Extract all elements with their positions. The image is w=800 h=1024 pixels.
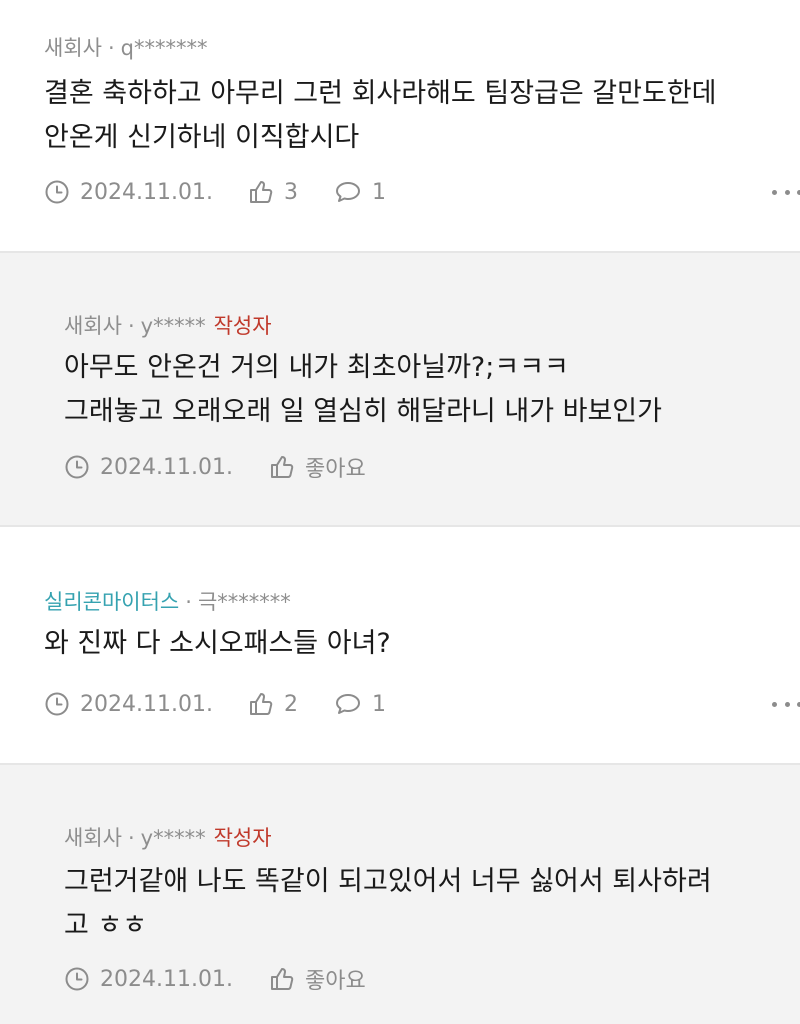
meta-separator: · (127, 314, 135, 338)
clock-icon (44, 179, 70, 205)
comment-meta: 새회사 · y***** 작성자 (64, 312, 272, 340)
thumbs-up-icon (248, 691, 274, 717)
comment-date: 2024.11.01. (80, 179, 213, 205)
date-stat: 2024.11.01. (44, 175, 213, 209)
comment-body: 아무도 안온건 거의 내가 최초아닐까?;ㅋㅋㅋ 그래놓고 오래오래 일 열심히… (64, 346, 764, 434)
thumbs-up-icon (248, 179, 274, 205)
company-name[interactable]: 새회사 (64, 314, 122, 338)
comment-body: 와 진짜 다 소시오패스들 아녀? (44, 622, 744, 666)
author-badge: 작성자 (213, 826, 272, 850)
comment-date: 2024.11.01. (100, 966, 233, 992)
user-name: q******* (120, 36, 208, 60)
thumbs-up-icon (269, 966, 295, 992)
comment-date: 2024.11.01. (80, 691, 213, 717)
company-name[interactable]: 새회사 (64, 826, 122, 850)
comment-body: 그런거같애 나도 똑같이 되고있어서 너무 싫어서 퇴사하려 고 ㅎㅎ (64, 860, 764, 948)
like-button[interactable]: 2 (248, 687, 298, 721)
comment-footer: 2024.11.01. 2 1 (44, 687, 800, 721)
speech-bubble-icon (334, 691, 362, 717)
like-count: 2 (284, 691, 298, 717)
comment-line: 아무도 안온건 거의 내가 최초아닐까?;ㅋㅋㅋ (64, 352, 569, 383)
comment-meta: 새회사 · y***** 작성자 (64, 824, 272, 852)
comment-footer: 2024.11.01. 좋아요 (64, 450, 800, 484)
like-label: 좋아요 (305, 969, 366, 994)
comment-line: 안온게 신기하네 이직합시다 (44, 122, 360, 153)
thumbs-up-icon (269, 454, 295, 480)
meta-separator: · (107, 36, 115, 60)
meta-separator: · (127, 826, 135, 850)
comment-meta: 실리콘마이터스 · 극******* (44, 588, 291, 616)
reply-button[interactable]: 1 (334, 687, 386, 721)
author-badge: 작성자 (213, 314, 272, 338)
comment-line: 그래놓고 오래오래 일 열심히 해달라니 내가 바보인가 (64, 396, 662, 427)
comment-line: 결혼 축하하고 아무리 그런 회사라해도 팀장급은 갈만도한데 (44, 78, 717, 109)
reply-count: 1 (372, 179, 386, 205)
user-name: y***** (140, 314, 206, 338)
speech-bubble-icon (334, 179, 362, 205)
comment-1: 새회사 · q******* 결혼 축하하고 아무리 그런 회사라해도 팀장급은 갈… (0, 0, 800, 252)
user-name: y***** (140, 826, 206, 850)
like-label: 좋아요 (305, 457, 366, 482)
company-name[interactable]: 실리콘마이터스 (44, 590, 179, 614)
comment-date: 2024.11.01. (100, 454, 233, 480)
clock-icon (44, 691, 70, 717)
comment-3: 실리콘마이터스 · 극******* 와 진짜 다 소시오패스들 아녀? 2024.… (0, 527, 800, 764)
comment-body: 결혼 축하하고 아무리 그런 회사라해도 팀장급은 갈만도한데 안온게 신기하네… (44, 72, 744, 160)
date-stat: 2024.11.01. (64, 450, 233, 484)
like-button[interactable]: 좋아요 (269, 450, 366, 484)
more-dots-icon[interactable] (772, 687, 800, 721)
clock-icon (64, 454, 90, 480)
reply-button[interactable]: 1 (334, 175, 386, 209)
like-button[interactable]: 좋아요 (269, 962, 366, 996)
date-stat: 2024.11.01. (44, 687, 213, 721)
comment-2-reply: 새회사 · y***** 작성자 아무도 안온건 거의 내가 최초아닐까?;ㅋㅋㅋ 그… (0, 253, 800, 525)
comment-line: 와 진짜 다 소시오패스들 아녀? (44, 628, 391, 659)
comment-line: 그런거같애 나도 똑같이 되고있어서 너무 싫어서 퇴사하려 (64, 866, 712, 897)
company-name[interactable]: 새회사 (44, 36, 102, 60)
comment-meta: 새회사 · q******* (44, 34, 208, 62)
comment-4-reply: 새회사 · y***** 작성자 그런거같애 나도 똑같이 되고있어서 너무 싫어서 … (0, 765, 800, 1024)
clock-icon (64, 966, 90, 992)
comment-line: 고 ㅎㅎ (64, 910, 148, 941)
reply-count: 1 (372, 691, 386, 717)
user-name: 극******* (197, 590, 291, 614)
like-button[interactable]: 3 (248, 175, 298, 209)
date-stat: 2024.11.01. (64, 962, 233, 996)
meta-separator: · (185, 590, 192, 614)
like-count: 3 (284, 179, 298, 205)
comment-footer: 2024.11.01. 3 1 (44, 175, 800, 209)
more-dots-icon[interactable] (772, 175, 800, 209)
comment-footer: 2024.11.01. 좋아요 (64, 962, 800, 996)
